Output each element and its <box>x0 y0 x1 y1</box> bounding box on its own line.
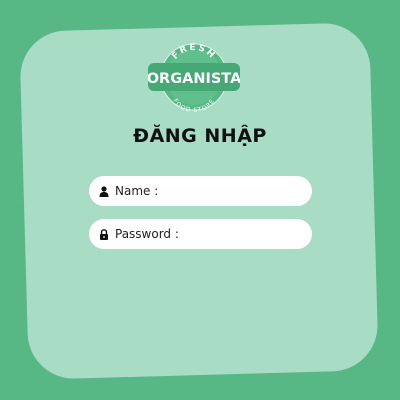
password-field-label: Password : <box>115 227 179 241</box>
page-title: ĐĂNG NHẬP <box>133 125 267 147</box>
logo-brand-text: ORGANISTA <box>148 71 240 87</box>
name-field-label: Name : <box>115 184 159 198</box>
organista-logo: FRESH ORGANISTA FOOD STORE <box>148 42 240 112</box>
password-field[interactable]: Password : <box>89 219 312 249</box>
lock-icon <box>98 228 110 240</box>
logo-badge-icon: FRESH ORGANISTA FOOD STORE <box>148 43 240 112</box>
name-field[interactable]: Name : <box>89 176 312 206</box>
user-icon <box>98 185 110 197</box>
